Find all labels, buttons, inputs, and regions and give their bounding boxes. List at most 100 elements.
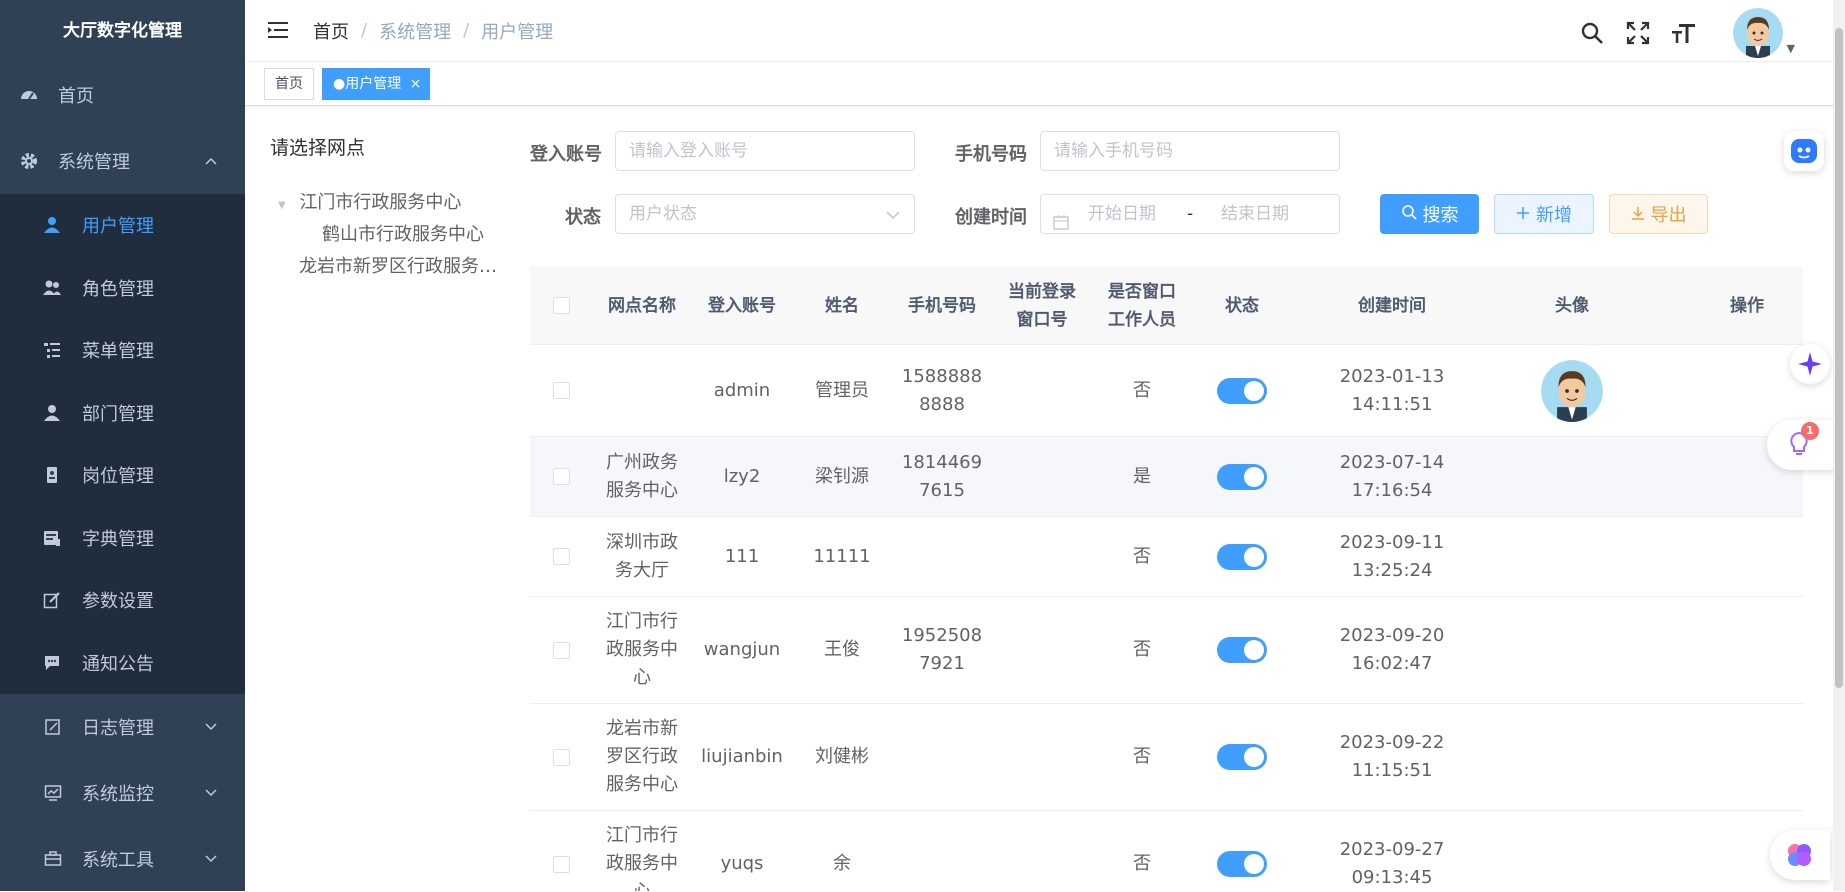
breadcrumb-user: 用户管理 bbox=[481, 21, 554, 43]
cell-phone bbox=[892, 704, 992, 810]
cell-status bbox=[1192, 437, 1292, 516]
sidebar-item-user[interactable]: 用户管理 bbox=[0, 194, 245, 257]
add-button-label: 新增 bbox=[1536, 205, 1572, 226]
cell-avatar bbox=[1492, 704, 1652, 810]
select-all-cell bbox=[530, 266, 592, 345]
date-start-input[interactable]: 开始日期 bbox=[1088, 195, 1156, 233]
row-checkbox[interactable] bbox=[552, 382, 570, 399]
breadcrumb-separator: / bbox=[463, 20, 470, 41]
cell-select bbox=[530, 811, 592, 891]
sidebar-item-label: 系统管理 bbox=[58, 152, 130, 173]
cell-phone-line1: 1814469 bbox=[901, 451, 983, 473]
message-icon bbox=[42, 653, 62, 673]
sidebar: 大厅数字化管理 首页 系统管理 用户管理 角色管理 菜单管理 部门管理 岗位管理… bbox=[0, 0, 245, 891]
sidebar-item-home[interactable]: 首页 bbox=[0, 62, 245, 128]
row-checkbox[interactable] bbox=[552, 548, 570, 565]
row-checkbox[interactable] bbox=[552, 468, 570, 485]
cell-select bbox=[530, 704, 592, 810]
row-checkbox[interactable] bbox=[552, 855, 570, 873]
sidebar-item-post[interactable]: 岗位管理 bbox=[0, 444, 245, 507]
status-switch[interactable] bbox=[1217, 637, 1267, 663]
robot-icon[interactable] bbox=[1784, 131, 1824, 171]
tag-user-management[interactable]: ●用户管理 × bbox=[322, 68, 431, 100]
sidebar-item-label: 通知公告 bbox=[82, 653, 154, 675]
col-account: 登入账号 bbox=[708, 295, 776, 316]
cell-site: 江门市行政服务中心 bbox=[606, 611, 678, 688]
sidebar-item-notice[interactable]: 通知公告 bbox=[0, 632, 245, 695]
sparkle-icon[interactable] bbox=[1790, 344, 1830, 384]
dashboard-icon bbox=[18, 84, 40, 106]
col-worker-line2: 工作人员 bbox=[1108, 309, 1176, 330]
toolbox-icon bbox=[42, 848, 64, 870]
navbar: 首页 / 系统管理 / 用户管理 ▼ bbox=[245, 0, 1833, 62]
row-checkbox[interactable] bbox=[552, 641, 570, 659]
fullscreen-icon[interactable] bbox=[1625, 20, 1651, 46]
system-submenu: 用户管理 角色管理 菜单管理 部门管理 岗位管理 字典管理 参数设置 通知公告 bbox=[0, 194, 245, 694]
tree-node[interactable]: 鹤山市行政服务中心 bbox=[322, 220, 484, 246]
user-avatar[interactable] bbox=[1733, 8, 1783, 58]
date-end-input[interactable]: 结束日期 bbox=[1221, 195, 1289, 233]
sidebar-item-log[interactable]: 日志管理 bbox=[0, 694, 245, 760]
download-icon bbox=[1631, 204, 1645, 225]
user-icon bbox=[42, 215, 62, 235]
chevron-down-icon bbox=[205, 785, 217, 801]
status-switch[interactable] bbox=[1217, 543, 1267, 570]
tags-view: 首页 ●用户管理 × bbox=[245, 62, 1833, 106]
search-icon[interactable] bbox=[1579, 20, 1605, 46]
status-select[interactable]: 用户状态 bbox=[615, 194, 915, 234]
status-switch[interactable] bbox=[1217, 463, 1267, 490]
sidebar-item-config[interactable]: 参数设置 bbox=[0, 569, 245, 632]
caret-down-icon[interactable]: ▼ bbox=[1787, 42, 1795, 55]
sidebar-item-dept[interactable]: 部门管理 bbox=[0, 382, 245, 445]
row-checkbox[interactable] bbox=[552, 748, 570, 766]
assistant-tab[interactable]: 1 bbox=[1767, 420, 1837, 470]
cell-worker: 否 bbox=[1133, 746, 1151, 767]
font-size-icon[interactable] bbox=[1671, 20, 1697, 46]
sidebar-item-role[interactable]: 角色管理 bbox=[0, 257, 245, 320]
col-site: 网点名称 bbox=[608, 295, 676, 316]
export-button[interactable]: 导出 bbox=[1609, 194, 1708, 234]
caret-down-icon[interactable]: ▼ bbox=[278, 200, 286, 211]
hamburger-icon[interactable] bbox=[267, 19, 291, 43]
brain-icon[interactable] bbox=[1770, 830, 1830, 880]
edit-icon bbox=[42, 590, 62, 610]
cell-created: 2023-09-22 11:15:51 bbox=[1339, 732, 1445, 781]
status-select-placeholder: 用户状态 bbox=[629, 204, 697, 224]
status-switch[interactable] bbox=[1217, 744, 1267, 770]
cell-account: wangjun bbox=[703, 639, 781, 660]
tag-label: ●用户管理 bbox=[333, 76, 402, 92]
sidebar-item-monitor[interactable]: 系统监控 bbox=[0, 760, 245, 826]
monitor-icon bbox=[42, 782, 64, 804]
app-title: 大厅数字化管理 bbox=[63, 21, 182, 41]
cell-site bbox=[592, 345, 692, 436]
chevron-up-icon bbox=[205, 153, 217, 169]
cell-phone bbox=[892, 811, 992, 891]
tag-home[interactable]: 首页 bbox=[264, 68, 314, 100]
status-switch[interactable] bbox=[1217, 851, 1267, 877]
sidebar-item-system[interactable]: 系统管理 bbox=[0, 128, 245, 194]
tree-node[interactable]: ▼ 江门市行政服务中心 bbox=[278, 188, 461, 214]
status-switch[interactable] bbox=[1217, 377, 1267, 404]
cell-avatar bbox=[1492, 437, 1652, 516]
cell-created: 2023-09-20 16:02:47 bbox=[1339, 625, 1445, 674]
tree-node[interactable]: 龙岩市新罗区行政服务… bbox=[299, 252, 497, 278]
page-scrollbar[interactable] bbox=[1833, 0, 1845, 891]
account-input[interactable]: 请输入登入账号 bbox=[615, 131, 915, 171]
sidebar-item-dict[interactable]: 字典管理 bbox=[0, 507, 245, 570]
cell-created: 2023-07-14 17:16:54 bbox=[1339, 451, 1445, 501]
cell-name: 管理员 bbox=[815, 379, 869, 401]
dict-icon bbox=[42, 528, 62, 548]
select-all-checkbox[interactable] bbox=[552, 297, 570, 314]
add-button[interactable]: 新增 bbox=[1494, 194, 1594, 234]
search-button[interactable]: 搜索 bbox=[1380, 194, 1479, 234]
cell-avatar bbox=[1492, 597, 1652, 703]
breadcrumb-home[interactable]: 首页 bbox=[313, 18, 349, 44]
sidebar-item-menu[interactable]: 菜单管理 bbox=[0, 319, 245, 382]
phone-input[interactable]: 请输入手机号码 bbox=[1040, 131, 1340, 171]
close-icon[interactable]: × bbox=[410, 76, 422, 92]
date-range-picker[interactable]: 开始日期 - 结束日期 bbox=[1040, 194, 1340, 234]
col-name: 姓名 bbox=[825, 295, 859, 316]
sidebar-item-tool[interactable]: 系统工具 bbox=[0, 826, 245, 892]
cell-worker: 否 bbox=[1133, 545, 1151, 567]
scrollbar-thumb[interactable] bbox=[1835, 28, 1843, 688]
